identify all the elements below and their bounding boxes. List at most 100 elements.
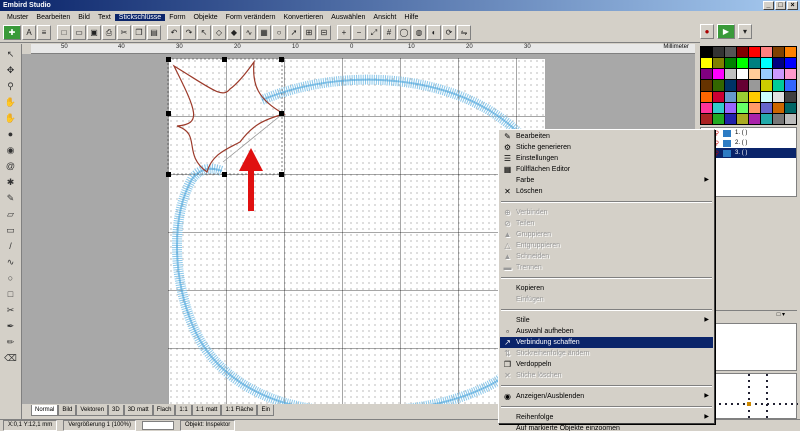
palette-color-25[interactable] [713,80,724,91]
handle-bl[interactable] [166,172,171,177]
dropdown-icon[interactable]: ▾ [738,24,752,39]
palette-color-53[interactable] [761,113,772,124]
palette-color-37[interactable] [761,91,772,102]
shape-icon[interactable]: ◇ [212,25,226,40]
palette-color-46[interactable] [773,102,784,113]
palette-color-0[interactable] [701,47,712,58]
palette-color-44[interactable] [749,102,760,113]
palette-color-54[interactable] [773,113,784,124]
palette-color-4[interactable] [749,47,760,58]
tab-1[interactable]: Bild [58,405,77,416]
palette-color-39[interactable] [785,91,796,102]
fill-icon[interactable]: ▦ [257,25,271,40]
context-item-3-1[interactable]: ▫ Auswahl aufheben [500,326,713,337]
hand-icon[interactable]: ✋ [3,111,18,125]
context-item-4-0[interactable]: ◉ Anzeigen/Ausblenden ▶ [500,391,713,402]
handle-bc[interactable] [222,172,227,177]
pointer-icon[interactable]: ↖ [3,47,18,61]
context-item-0-4[interactable]: Farbe ▶ [500,175,713,186]
grid-icon[interactable]: # [382,25,396,40]
tab-0[interactable]: Normal [31,405,59,416]
color-icon[interactable]: ◍ [412,25,426,40]
palette-color-22[interactable] [773,69,784,80]
stitch-icon[interactable]: ✚ [3,25,21,40]
palette-color-30[interactable] [773,80,784,91]
palette-color-47[interactable] [785,102,796,113]
handle-ml[interactable] [166,111,171,116]
outline-tool-icon[interactable]: ▭ [3,223,18,237]
handle-tl[interactable] [166,57,171,62]
palette-color-16[interactable] [701,69,712,80]
palette-color-43[interactable] [737,102,748,113]
palette-color-49[interactable] [713,113,724,124]
palette-color-48[interactable] [701,113,712,124]
tab-7[interactable]: 1:1 matt [191,405,222,416]
palette-color-34[interactable] [725,91,736,102]
palette-color-32[interactable] [701,91,712,102]
palette-color-45[interactable] [761,102,772,113]
palette-color-21[interactable] [761,69,772,80]
palette-color-40[interactable] [701,102,712,113]
palette-color-11[interactable] [737,58,748,69]
menu-4[interactable]: Stickschlüsse [114,13,166,21]
palette-color-3[interactable] [737,47,748,58]
palette-color-29[interactable] [761,80,772,91]
zoom-in-icon[interactable]: + [337,25,351,40]
zoom-fit-icon[interactable]: ⤢ [367,25,381,40]
tab-4[interactable]: 3D matt [123,405,153,416]
handle-tc[interactable] [222,57,227,62]
palette-color-12[interactable] [749,58,760,69]
context-item-0-5[interactable]: ✕ Löschen [500,186,713,197]
curve-tool-icon[interactable]: ∿ [3,255,18,269]
menu-2[interactable]: Bild [74,14,94,21]
hoop-icon[interactable]: ◯ [397,25,411,40]
palette-color-15[interactable] [785,58,796,69]
palette-color-51[interactable] [737,113,748,124]
layer-row[interactable]: 👁⚲1. ( ) [701,128,796,138]
undo-icon[interactable]: ↶ [167,25,181,40]
arrow-icon[interactable]: ➚ [287,25,301,40]
palette-color-8[interactable] [701,58,712,69]
menu-7[interactable]: Form verändern [222,14,280,21]
menu-6[interactable]: Objekte [190,14,222,21]
palette-color-18[interactable] [725,69,736,80]
palette-color-24[interactable] [701,80,712,91]
line-tool-icon[interactable]: / [3,239,18,253]
pen-icon[interactable]: ✒ [3,319,18,333]
stamp-icon[interactable]: ◉ [3,143,18,157]
palette-color-52[interactable] [749,113,760,124]
spiral-icon[interactable]: @ [3,159,18,173]
run-button[interactable]: ▶ [717,24,735,39]
menu-9[interactable]: Auswählen [327,14,369,21]
star-icon[interactable]: ✱ [3,175,18,189]
palette-color-35[interactable] [737,91,748,102]
context-item-3-4[interactable]: ❐ Verdoppeln [500,359,713,370]
handle-mr[interactable] [279,111,284,116]
menu-5[interactable]: Form [165,14,189,21]
open-icon[interactable]: ▭ [72,25,86,40]
align-icon[interactable]: ≡ [37,25,51,40]
redo-icon[interactable]: ↷ [182,25,196,40]
context-item-5-1[interactable]: Auf markierte Objekte einzoomen [500,423,713,431]
palette-color-6[interactable] [773,47,784,58]
tab-9[interactable]: Ein [257,405,275,416]
context-item-5-0[interactable]: Reihenfolge ▶ [500,412,713,423]
minimize-button[interactable]: _ [763,1,774,10]
pan-icon[interactable]: ✋ [3,95,18,109]
layer-row[interactable]: 👁⚲3. ( ) [701,148,796,158]
handle-br[interactable] [279,172,284,177]
palette-color-17[interactable] [713,69,724,80]
layer-row[interactable]: 👁⚲2. ( ) [701,138,796,148]
save-icon[interactable]: ▣ [87,25,101,40]
context-item-0-0[interactable]: ✎ Bearbeiten [500,131,713,142]
menu-3[interactable]: Text [94,14,115,21]
cut-icon[interactable]: ✂ [117,25,131,40]
palette-color-14[interactable] [773,58,784,69]
group-icon[interactable]: ⊞ [302,25,316,40]
tab-6[interactable]: 1:1 [175,405,192,416]
ungroup-icon[interactable]: ⊟ [317,25,331,40]
palette-color-13[interactable] [761,58,772,69]
palette-color-38[interactable] [773,91,784,102]
context-item-3-0[interactable]: Stile ▶ [500,315,713,326]
menu-8[interactable]: Konvertieren [279,14,327,21]
